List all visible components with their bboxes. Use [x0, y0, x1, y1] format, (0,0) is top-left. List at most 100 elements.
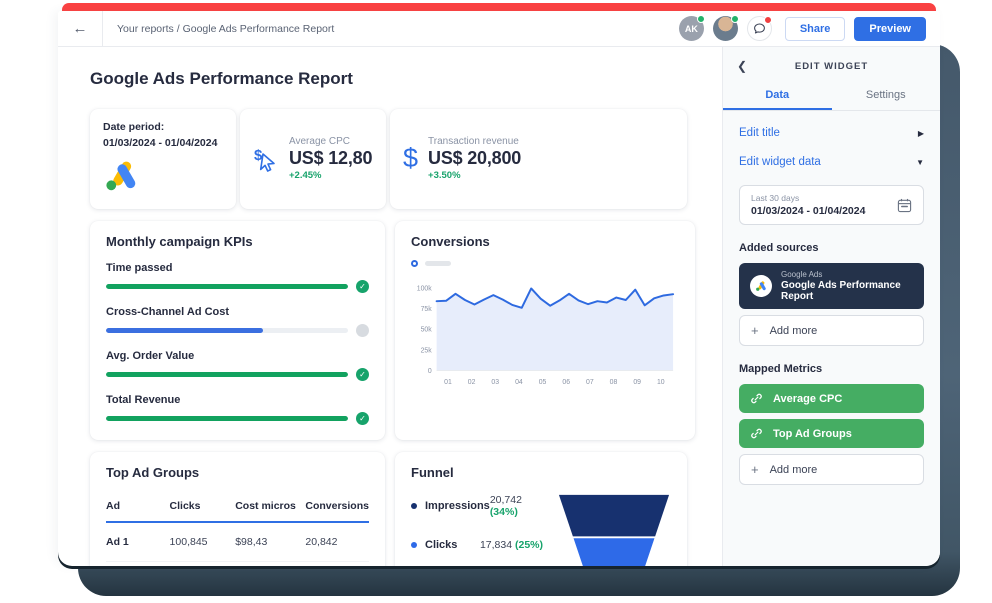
comments-button[interactable]	[747, 16, 772, 41]
mapped-metric-chip[interactable]: Average CPC	[739, 384, 924, 413]
check-circle-icon: ✓	[356, 412, 369, 425]
top-ad-groups-widget[interactable]: Top Ad Groups AdClicksCost microsConvers…	[90, 452, 385, 567]
kpi-label: Total Revenue	[106, 394, 369, 406]
funnel-stage-value: 17,834 (25%)	[480, 539, 543, 551]
table-row: Ad 1100,845$98,4320,842	[106, 522, 369, 562]
back-button[interactable]: ←	[58, 20, 102, 37]
date-period-widget[interactable]: Date period: 01/03/2024 - 01/04/2024	[90, 109, 236, 209]
funnel-stage-label: Impressions	[425, 500, 490, 512]
conversions-line-chart: 100k75k50k25k001020304050607080910	[411, 271, 679, 397]
dollar-icon: $	[403, 143, 418, 174]
svg-text:06: 06	[562, 379, 570, 386]
tab-data[interactable]: Data	[723, 81, 832, 110]
edit-widget-panel: ❮ EDIT WIDGET Data Settings Edit title ▶…	[722, 47, 940, 566]
date-period-label: Date period:	[103, 120, 223, 136]
svg-text:75k: 75k	[421, 306, 433, 313]
source-card-google-ads[interactable]: Google Ads Google Ads Performance Report	[739, 263, 924, 309]
funnel-legend: Impressions20,742 (34%) Clicks17,834 (25%…	[411, 494, 543, 567]
metric-delta: +2.45%	[289, 170, 372, 181]
legend-label-placeholder	[425, 261, 451, 266]
kpi-widget[interactable]: Monthly campaign KPIs Time passed✓Cross-…	[90, 221, 385, 440]
svg-text:25k: 25k	[421, 347, 433, 354]
kpi-widget-title: Monthly campaign KPIs	[106, 234, 369, 249]
google-ads-logo-small	[750, 275, 772, 297]
chevron-right-icon: ▶	[918, 129, 924, 138]
table-column-header: Clicks	[170, 492, 236, 522]
chevron-down-icon: ▼	[916, 158, 924, 167]
transaction-revenue-widget[interactable]: $ Transaction revenue US$ 20,800 +3.50%	[390, 109, 687, 209]
tab-settings[interactable]: Settings	[832, 81, 941, 110]
funnel-stage-label: Clicks	[425, 539, 480, 551]
funnel-legend-item: Clicks17,834 (25%)	[411, 539, 543, 551]
panel-title: EDIT WIDGET	[723, 61, 940, 72]
online-status-dot	[731, 15, 739, 23]
date-period-range: 01/03/2024 - 01/04/2024	[103, 136, 223, 152]
toolbar: ← Your reports / Google Ads Performance …	[58, 11, 940, 47]
metric-label: Transaction revenue	[428, 136, 521, 147]
metric-delta: +3.50%	[428, 170, 521, 181]
avatar-photo[interactable]	[713, 16, 738, 41]
toolbar-divider	[102, 11, 103, 47]
edit-widget-data-link[interactable]: Edit widget data	[739, 156, 821, 168]
kpi-progress-bar	[106, 372, 348, 377]
svg-text:07: 07	[586, 379, 594, 386]
add-metric-button[interactable]: + Add more	[739, 454, 924, 485]
mapped-metrics-label: Mapped Metrics	[739, 363, 924, 375]
edit-widget-data-row[interactable]: Edit widget data ▼	[739, 156, 924, 168]
funnel-widget[interactable]: Funnel Impressions20,742 (34%) Clicks17,8…	[395, 452, 687, 567]
kpi-item: Total Revenue ✓	[106, 394, 369, 425]
mapped-metric-chip[interactable]: Top Ad Groups	[739, 419, 924, 448]
table-cell: 100,845	[170, 522, 236, 562]
svg-text:01: 01	[444, 379, 452, 386]
table-cell: Ad 2	[106, 561, 170, 566]
preview-button[interactable]: Preview	[854, 17, 926, 41]
date-range-picker[interactable]: Last 30 days 01/03/2024 - 01/04/2024	[739, 185, 924, 225]
metric-value: US$ 12,80	[289, 148, 372, 169]
funnel-title: Funnel	[411, 465, 671, 480]
funnel-chart	[557, 494, 671, 567]
table-cell: 20,842	[305, 522, 369, 562]
table-row: Ad 2100,345$95,3417,894	[106, 561, 369, 566]
svg-text:100k: 100k	[417, 285, 432, 292]
metric-value: US$ 20,800	[428, 148, 521, 169]
plus-icon: +	[751, 324, 759, 337]
funnel-segment	[574, 538, 655, 566]
chat-bubble-icon	[753, 22, 766, 35]
svg-text:09: 09	[633, 379, 641, 386]
notification-dot	[764, 16, 772, 24]
calendar-icon[interactable]	[897, 198, 912, 213]
conversions-title: Conversions	[411, 234, 679, 249]
funnel-legend-item: Impressions20,742 (34%)	[411, 494, 543, 518]
add-source-button[interactable]: + Add more	[739, 315, 924, 346]
svg-text:03: 03	[491, 379, 499, 386]
table-cell: $98,43	[235, 522, 305, 562]
table-column-header: Conversions	[305, 492, 369, 522]
legend-marker-icon	[411, 260, 418, 267]
table-column-header: Cost micros	[235, 492, 305, 522]
kpi-item: Time passed✓	[106, 262, 369, 293]
svg-text:10: 10	[657, 379, 665, 386]
mapped-metrics-list: Average CPC Top Ad Groups	[739, 384, 924, 448]
kpi-label: Time passed	[106, 262, 369, 274]
online-status-dot	[697, 15, 705, 23]
source-platform: Google Ads	[781, 270, 913, 279]
breadcrumb[interactable]: Your reports / Google Ads Performance Re…	[117, 23, 334, 35]
table-cell: $95,34	[235, 561, 305, 566]
average-cpc-widget[interactable]: $ Average CPC US$ 12,80 +2.45%	[240, 109, 386, 209]
kpi-progress-bar	[106, 416, 348, 421]
check-circle-icon: ✓	[356, 368, 369, 381]
kpi-progress-bar	[106, 328, 348, 333]
kpi-label: Avg. Order Value	[106, 350, 369, 362]
edit-title-link[interactable]: Edit title	[739, 127, 780, 139]
share-button[interactable]: Share	[785, 17, 846, 41]
avatar-initials[interactable]: AK	[679, 16, 704, 41]
svg-text:0: 0	[428, 367, 432, 374]
svg-text:02: 02	[468, 379, 476, 386]
edit-title-row[interactable]: Edit title ▶	[739, 127, 924, 139]
metric-label: Average CPC	[289, 136, 372, 147]
conversions-widget[interactable]: Conversions 100k75k50k25k001020304050607…	[395, 221, 695, 440]
funnel-stage-value: 20,742 (34%)	[490, 494, 543, 518]
kpi-label: Cross-Channel Ad Cost	[106, 306, 369, 318]
cpc-cursor-icon: $	[253, 145, 279, 173]
add-more-label: Add more	[770, 464, 818, 476]
